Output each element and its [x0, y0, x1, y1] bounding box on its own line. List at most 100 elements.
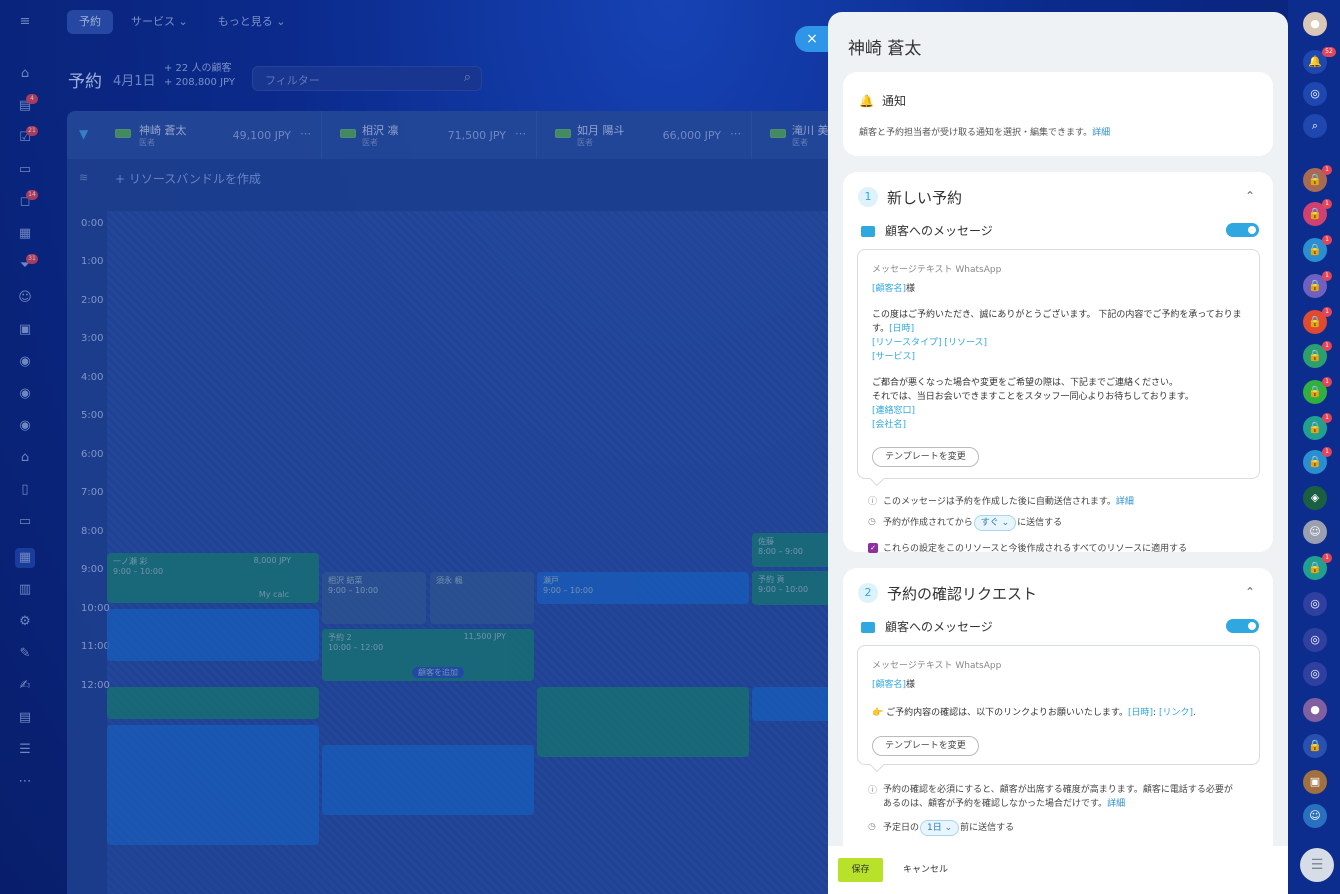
chat-badge: 1: [1322, 447, 1332, 457]
notification-panel: 神崎 蒼太 🔔 通知 顧客と予約担当者が受け取る通知を選択・編集できます。詳細 …: [828, 12, 1288, 894]
user-avatar[interactable]: ●: [1303, 12, 1327, 36]
message-body-1: この度はご予約いただき、誠にありがとうございます。 下記の内容でご予約を承ってお…: [872, 308, 1252, 364]
message-icon: [861, 226, 875, 237]
openline-icon[interactable]: ◎: [1303, 592, 1327, 616]
tag-client-name: [顧客名]: [872, 680, 907, 690]
info-icon: ⓘ: [868, 786, 878, 796]
send-suffix: に送信する: [1017, 518, 1063, 528]
close-icon: ×: [806, 31, 818, 47]
section-number: 1: [858, 187, 878, 207]
contacts-chat-icon[interactable]: ☺: [1303, 804, 1327, 828]
message-box[interactable]: メッセージテキスト WhatsApp [顧客名]様 👉 ご予約内容の確認は、以下…: [857, 645, 1260, 773]
chat-badge: 1: [1322, 165, 1332, 175]
notify-description: 顧客と予約担当者が受け取る通知を選択・編集できます。詳細: [859, 125, 1110, 138]
openline-icon[interactable]: ◎: [1303, 628, 1327, 652]
tag-contact: [連絡窓口]: [872, 406, 916, 416]
tag-resource-type: [リソースタイプ]: [872, 338, 942, 348]
group-chat-icon[interactable]: ◈: [1303, 486, 1327, 510]
message-body-2: ご都合が悪くなった場合や変更をご希望の際は、下記までご連絡ください。 それでは、…: [872, 376, 1252, 432]
apply-all-checkbox[interactable]: ✓: [868, 543, 878, 553]
greeting-suffix: 様: [906, 284, 916, 294]
message-box[interactable]: メッセージテキスト WhatsApp [顧客名]様 この度はご予約いただき、誠に…: [857, 249, 1260, 487]
message-para-2b: それでは、当日お会いできますことをスタッフ一同心よりお待ちしております。: [872, 392, 1194, 402]
send-timing-value: 1日: [927, 823, 942, 833]
send-prefix: 予約が作成されてから: [883, 518, 973, 528]
chat-badge: 1: [1322, 271, 1332, 281]
confirm-line: 👉 ご予約内容の確認は、以下のリンクよりお願いいたします。[日時]: [リンク]…: [872, 706, 1252, 720]
change-template-button[interactable]: テンプレートを変更: [872, 736, 979, 756]
bell-icon: 🔔: [859, 93, 874, 108]
message-label: 顧客へのメッセージ: [885, 620, 993, 634]
message-para-1: この度はご予約いただき、誠にありがとうございます。 下記の内容でご予約を承ってお…: [872, 310, 1242, 334]
chat-badge: 1: [1322, 413, 1332, 423]
message-toggle[interactable]: [1226, 223, 1259, 237]
tag-service: [サービス]: [872, 352, 916, 362]
apply-all-label: これらの設定をこのリソースと今後作成されるすべてのリソースに適用する: [883, 544, 1188, 554]
search-chat-icon[interactable]: ⌕: [1303, 114, 1327, 138]
detail-link[interactable]: 詳細: [1116, 497, 1134, 507]
message-icon: [861, 622, 875, 633]
message-toggle[interactable]: [1226, 619, 1259, 633]
panel-footer: 保存 キャンセル: [828, 846, 1288, 894]
send-timing-select[interactable]: すぐ ⌄: [973, 515, 1017, 531]
chat-badge: 1: [1322, 341, 1332, 351]
confirm-period: .: [1193, 708, 1196, 718]
section-title: 予約の確認リクエスト: [887, 585, 1038, 603]
section-new-booking: 1 新しい予約 ⌃ 顧客へのメッセージ メッセージテキスト WhatsApp […: [843, 172, 1273, 554]
openline-icon[interactable]: ◎: [1303, 662, 1327, 686]
message-box-tail: [869, 471, 885, 487]
lock-chat-icon[interactable]: 🔒: [1303, 734, 1327, 758]
clock-icon: ◷: [868, 517, 876, 527]
chat-badge: 1: [1322, 553, 1332, 563]
info-line-1: 予約の確認を必須にすると、顧客が出席する確度が高まります。顧客に電話する必要が: [883, 785, 1233, 795]
chat-badge: 1: [1322, 235, 1332, 245]
tag-client-name: [顧客名]: [872, 284, 907, 294]
confirm-colon: :: [1153, 708, 1157, 718]
info-text: このメッセージは予約を作成した後に自動送信されます。詳細: [883, 494, 1134, 507]
clock-icon: ◷: [868, 822, 876, 832]
chat-menu-button[interactable]: ☰: [1300, 848, 1334, 882]
send-timing: 予約が作成されてから すぐ ⌄ に送信する: [883, 515, 1062, 531]
pointing-hand-icon: 👉: [872, 708, 884, 718]
chat-badge: 1: [1322, 307, 1332, 317]
tag-resource: [リソース]: [944, 338, 988, 348]
tag-link: [リンク]: [1158, 708, 1193, 718]
tag-datetime: [日時]: [889, 324, 915, 334]
notification-badge: 52: [1322, 47, 1336, 57]
message-box-header: メッセージテキスト WhatsApp: [872, 661, 1002, 671]
greeting-suffix: 様: [906, 680, 916, 690]
send-suffix: 前に送信する: [960, 823, 1015, 833]
notify-title: 通知: [881, 94, 906, 108]
section-confirmation-request: 2 予約の確認リクエスト ⌃ 顧客へのメッセージ メッセージテキスト Whats…: [843, 568, 1273, 858]
message-box-header: メッセージテキスト WhatsApp: [872, 265, 1002, 275]
confirm-text: ご予約内容の確認は、以下のリンクよりお願いいたします。: [886, 708, 1129, 718]
user-photo-icon[interactable]: ●: [1303, 698, 1327, 722]
send-timing-select[interactable]: 1日 ⌄: [920, 820, 960, 836]
message-para-2a: ご都合が悪くなった場合や変更をご希望の際は、下記までご連絡ください。: [872, 378, 1179, 388]
change-template-button[interactable]: テンプレートを変更: [872, 447, 979, 467]
info-line-2: あるのは、顧客が予約を確認しなかった場合だけです。: [883, 799, 1108, 809]
chat-badge: 1: [1322, 199, 1332, 209]
section-title: 新しい予約: [887, 189, 963, 207]
info-icon: ⓘ: [868, 497, 878, 507]
section-number: 2: [858, 583, 878, 603]
send-prefix: 予定日の: [883, 823, 920, 833]
info-text: 予約の確認を必須にすると、顧客が出席する確度が高まります。顧客に電話する必要が …: [883, 783, 1233, 811]
right-sidebar: ● 🔔 52 ◎ ⌕ 🔒 1 🔒 1 🔒 1 🔒 1 🔒 1 🔒 1 🔒 1 🔒…: [1288, 0, 1340, 894]
chevron-up-icon[interactable]: ⌃: [1245, 585, 1255, 599]
message-label: 顧客へのメッセージ: [885, 224, 993, 238]
save-button[interactable]: 保存: [838, 858, 883, 882]
copilot-icon[interactable]: ◎: [1303, 82, 1327, 106]
notify-header: 🔔 通知: [859, 92, 906, 109]
detail-link[interactable]: 詳細: [1107, 799, 1125, 809]
message-box-tail: [869, 757, 885, 773]
notify-desc-text: 顧客と予約担当者が受け取る通知を選択・編集できます。: [859, 128, 1093, 138]
chevron-up-icon[interactable]: ⌃: [1245, 189, 1255, 203]
group-chat-icon[interactable]: ▣: [1303, 770, 1327, 794]
message-greeting: [顧客名]様: [872, 282, 1252, 296]
detail-link[interactable]: 詳細: [1092, 128, 1110, 138]
cancel-button[interactable]: キャンセル: [903, 858, 948, 882]
message-greeting: [顧客名]様: [872, 678, 1252, 692]
send-timing: 予定日の 1日 ⌄ 前に送信する: [883, 820, 1014, 836]
user-chat-icon[interactable]: ☺: [1303, 520, 1327, 544]
